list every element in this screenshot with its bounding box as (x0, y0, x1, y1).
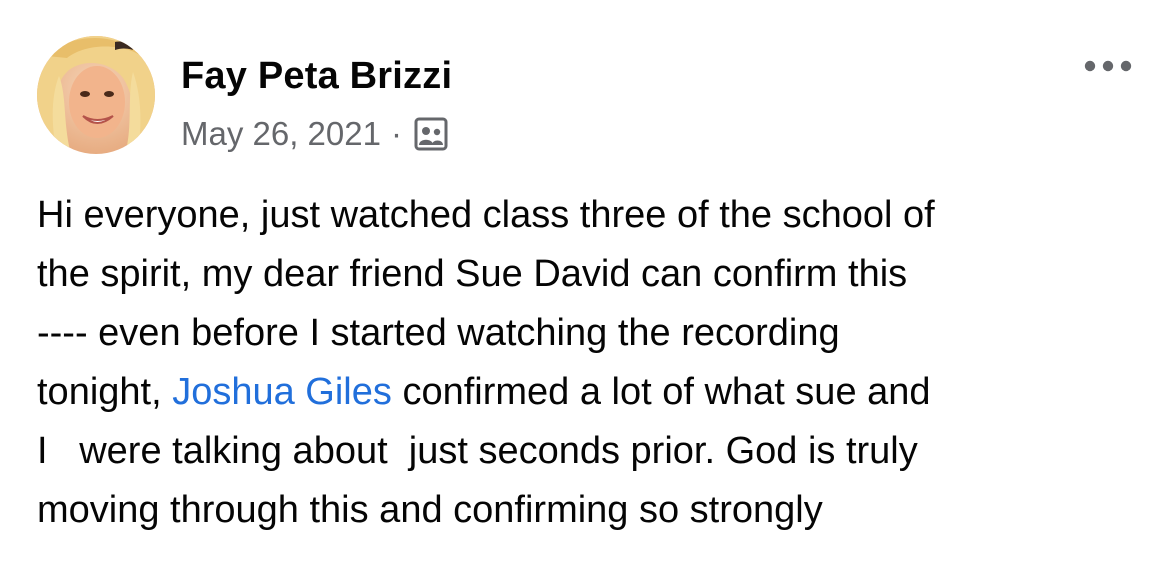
more-options-button[interactable] (1078, 48, 1138, 84)
post-date[interactable]: May 26, 2021 (181, 115, 381, 153)
group-members-icon[interactable] (414, 117, 448, 151)
facebook-post: Fay Peta Brizzi May 26, 2021 · Hi everyo… (0, 0, 1170, 578)
meta-separator: · (390, 115, 402, 152)
post-meta: May 26, 2021 · (181, 112, 448, 156)
author-name[interactable]: Fay Peta Brizzi (181, 52, 452, 100)
more-horizontal-icon (1084, 60, 1132, 72)
post-text: Hi everyone, just watched class three of… (37, 186, 1147, 540)
mention-link[interactable]: Joshua Giles (172, 371, 392, 413)
author-avatar[interactable] (37, 36, 155, 154)
profile-photo (37, 36, 155, 154)
